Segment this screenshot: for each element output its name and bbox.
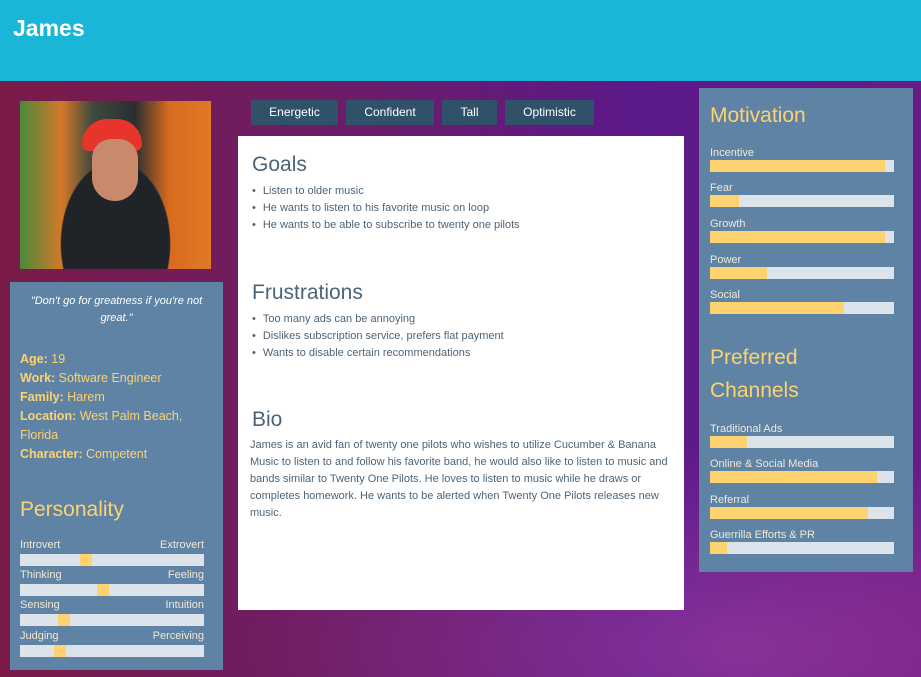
motivation-bar: Growth bbox=[710, 218, 894, 247]
bar-track bbox=[710, 471, 894, 483]
persona-facts: Age: 19 Work: Software Engineer Family: … bbox=[20, 350, 220, 464]
scale-left-label: Introvert bbox=[20, 539, 61, 551]
bar-label: Power bbox=[710, 254, 742, 266]
list-item: Wants to disable certain recommendations bbox=[252, 345, 504, 362]
fact-work: Work: Software Engineer bbox=[20, 371, 162, 385]
scale-track bbox=[20, 614, 204, 626]
channel-bar: Guerrilla Efforts & PR bbox=[710, 529, 894, 558]
motivation-title: Motivation bbox=[710, 104, 806, 127]
frustrations-title: Frustrations bbox=[252, 281, 363, 304]
bar-track bbox=[710, 302, 894, 314]
bar-track bbox=[710, 231, 894, 243]
persona-name: James bbox=[13, 15, 85, 41]
channel-bar: Traditional Ads bbox=[710, 423, 894, 452]
list-item: Dislikes subscription service, prefers f… bbox=[252, 328, 504, 345]
channel-bar: Online & Social Media bbox=[710, 458, 894, 487]
scale-marker bbox=[80, 554, 92, 566]
profile-panel: "Don't go for greatness if you're not gr… bbox=[10, 282, 223, 670]
goals-list: Listen to older music He wants to listen… bbox=[252, 183, 520, 234]
bar-label: Growth bbox=[710, 218, 746, 230]
goals-title: Goals bbox=[252, 153, 307, 176]
scale-marker bbox=[97, 584, 109, 596]
persona-details-card: Goals Listen to older music He wants to … bbox=[238, 136, 684, 610]
scale-track bbox=[20, 554, 204, 566]
bio-title: Bio bbox=[252, 408, 283, 431]
personality-scale: Thinking Feeling bbox=[20, 569, 204, 599]
bar-fill bbox=[710, 160, 885, 172]
bar-label: Referral bbox=[710, 494, 750, 506]
bar-label: Social bbox=[710, 289, 740, 301]
tag-confident: Confident bbox=[346, 100, 434, 125]
bar-label: Online & Social Media bbox=[710, 458, 819, 470]
personality-scale: Sensing Intuition bbox=[20, 599, 204, 629]
bar-track bbox=[710, 436, 894, 448]
bar-track bbox=[710, 507, 894, 519]
app-header: James bbox=[0, 0, 921, 81]
list-item: He wants to listen to his favorite music… bbox=[252, 200, 520, 217]
personality-title: Personality bbox=[20, 498, 124, 521]
bar-fill bbox=[710, 267, 767, 279]
bar-track bbox=[710, 195, 894, 207]
bar-fill bbox=[710, 195, 739, 207]
motivation-panel: Motivation Incentive Fear Growth Power S… bbox=[699, 88, 913, 572]
fact-location: Location: West Palm Beach, Florida bbox=[20, 409, 183, 442]
scale-right-label: Feeling bbox=[167, 569, 204, 581]
bar-track bbox=[710, 160, 894, 172]
motivation-bar: Incentive bbox=[710, 147, 894, 176]
bar-label: Fear bbox=[710, 182, 733, 194]
scale-left-label: Sensing bbox=[20, 599, 60, 611]
bar-track bbox=[710, 542, 894, 554]
bar-fill bbox=[710, 507, 868, 519]
scale-track bbox=[20, 645, 204, 657]
tag-optimistic: Optimistic bbox=[505, 100, 594, 125]
personality-scale: Introvert Extrovert bbox=[20, 539, 204, 569]
scale-right-label: Perceiving bbox=[152, 630, 204, 642]
scale-right-label: Extrovert bbox=[159, 539, 204, 551]
list-item: Too many ads can be annoying bbox=[252, 311, 504, 328]
channel-bar: Referral bbox=[710, 494, 894, 523]
bar-fill bbox=[710, 302, 844, 314]
bar-fill bbox=[710, 542, 727, 554]
fact-character: Character: Competent bbox=[20, 447, 148, 461]
bio-text: James is an avid fan of twenty one pilot… bbox=[250, 439, 668, 519]
bar-track bbox=[710, 267, 894, 279]
bar-fill bbox=[710, 471, 877, 483]
channels-title: Preferred Channels bbox=[710, 346, 799, 402]
scale-track bbox=[20, 584, 204, 596]
bar-label: Guerrilla Efforts & PR bbox=[710, 529, 815, 541]
fact-age: Age: 19 bbox=[20, 352, 66, 366]
profile-photo bbox=[20, 101, 211, 269]
scale-right-label: Intuition bbox=[165, 599, 204, 611]
bar-label: Incentive bbox=[710, 147, 755, 159]
frustrations-list: Too many ads can be annoying Dislikes su… bbox=[252, 311, 504, 362]
scale-marker bbox=[54, 645, 66, 657]
scale-left-label: Judging bbox=[20, 630, 59, 642]
list-item: Listen to older music bbox=[252, 183, 520, 200]
fact-family: Family: Harem bbox=[20, 390, 105, 404]
tag-tall: Tall bbox=[442, 100, 497, 125]
personality-scale: Judging Perceiving bbox=[20, 630, 204, 660]
bar-fill bbox=[710, 231, 885, 243]
scale-left-label: Thinking bbox=[20, 569, 62, 581]
tag-energetic: Energetic bbox=[251, 100, 338, 125]
motivation-bar: Power bbox=[710, 254, 894, 283]
bar-fill bbox=[710, 436, 747, 448]
motivation-bar: Fear bbox=[710, 182, 894, 211]
persona-quote: "Don't go for greatness if you're not gr… bbox=[30, 295, 203, 324]
scale-marker bbox=[58, 614, 70, 626]
list-item: He wants to be able to subscribe to twen… bbox=[252, 217, 520, 234]
bar-label: Traditional Ads bbox=[710, 423, 783, 435]
motivation-bar: Social bbox=[710, 289, 894, 318]
